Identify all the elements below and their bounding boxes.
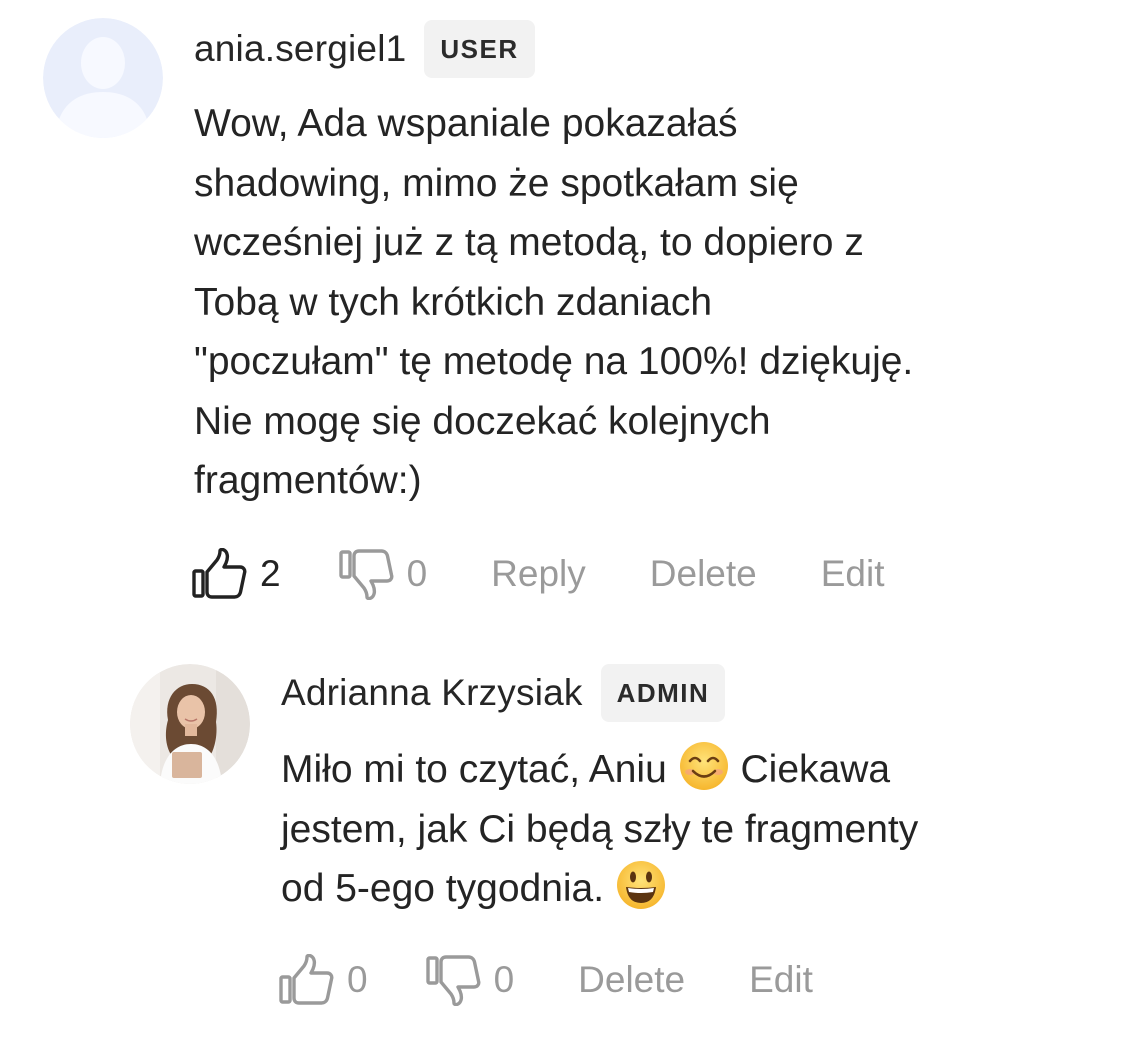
comment-line: od 5-ego tygodnia. [281, 859, 918, 919]
delete-button[interactable]: Delete [650, 553, 757, 595]
dislike-button[interactable]: 0 [338, 548, 428, 600]
comment-header: ania.sergiel1 USER [194, 20, 535, 78]
comment-line: fragmentów:) [194, 459, 422, 502]
delete-button[interactable]: Delete [578, 959, 685, 1001]
comment-line-part: Ciekawa [740, 748, 891, 791]
avatar[interactable] [130, 664, 250, 784]
thumbs-up-icon [279, 954, 334, 1005]
comment-line-part: Miło mi to czytać, Aniu [281, 748, 667, 791]
thumbs-down-icon [425, 955, 481, 1006]
comment-line: jestem, jak Ci będą szły te fragmenty [281, 807, 919, 851]
comment-line: Wow, Ada wspaniale pokazałaś [194, 102, 738, 145]
comment-line: Miło mi to czytać, Aniu Ciekawa [281, 740, 918, 800]
author-name[interactable]: Adrianna Krzysiak [281, 672, 583, 714]
dislike-button[interactable]: 0 [425, 954, 515, 1006]
comment-actions: 0 0 Delete Edit [279, 954, 813, 1006]
dislike-count: 0 [493, 959, 515, 1000]
comment-actions: 2 0 Reply Delete Edit [192, 548, 884, 600]
comment-line: wcześniej już z tą metodą, to dopiero z [194, 221, 864, 264]
edit-button[interactable]: Edit [821, 553, 885, 595]
reply-button[interactable]: Reply [491, 553, 586, 595]
comment-line: "poczułam" tę metodę na 100%! dziękuję. [194, 340, 914, 383]
comment-line-part: od 5-ego tygodnia. [281, 867, 605, 910]
comment-text: Miło mi to czytać, Aniu Ciekawa jestem, … [281, 740, 918, 919]
dislike-count: 0 [406, 553, 428, 594]
comment-text: Wow, Ada wspaniale pokazałaś shadowing, … [194, 94, 913, 511]
author-name[interactable]: ania.sergiel1 [194, 28, 406, 70]
thumbs-down-icon [338, 549, 394, 600]
like-button[interactable]: 0 [279, 954, 368, 1006]
role-badge: ADMIN [600, 664, 726, 722]
grinning-face-icon [616, 861, 665, 909]
edit-button[interactable]: Edit [749, 959, 813, 1001]
comment-line: Tobą w tych krótkich zdaniach [194, 280, 713, 324]
smiling-face-icon [679, 742, 728, 790]
comment-line: Nie mogę się doczekać kolejnych [194, 399, 771, 443]
like-button[interactable]: 2 [192, 548, 281, 600]
thumbs-up-icon [192, 548, 247, 599]
profile-photo [130, 664, 250, 784]
role-badge: USER [424, 20, 535, 78]
like-count: 2 [260, 553, 281, 594]
default-user-icon [43, 18, 163, 138]
comment-line: shadowing, mimo że spotkałam się [194, 161, 799, 205]
like-count: 0 [347, 959, 368, 1000]
comment-header: Adrianna Krzysiak ADMIN [281, 664, 726, 722]
avatar[interactable] [43, 18, 163, 138]
